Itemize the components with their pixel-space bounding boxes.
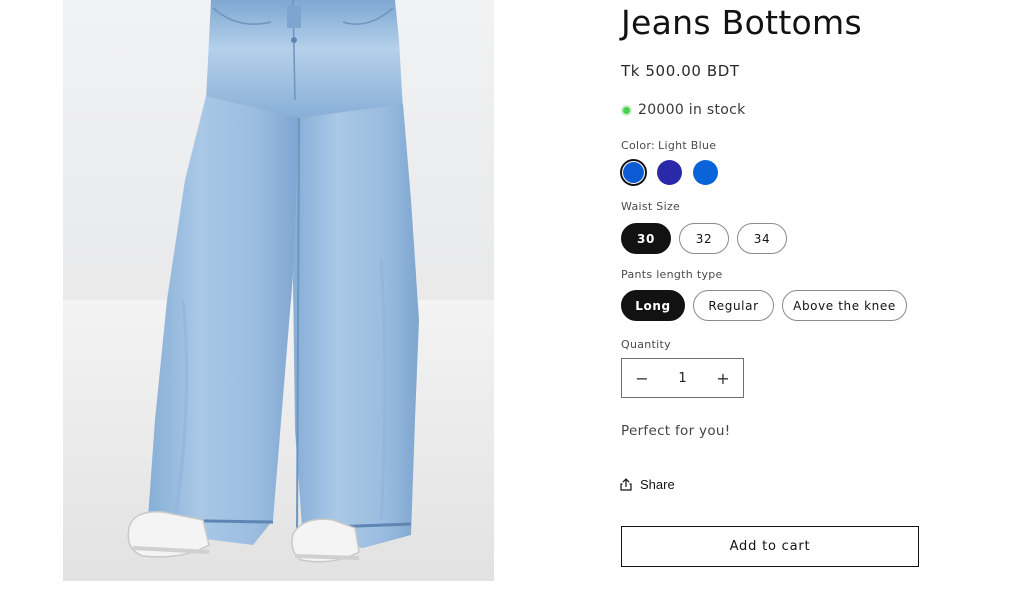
waist-size-options: 30 32 34 (621, 223, 787, 254)
color-label: Color: Light Blue (621, 139, 716, 152)
product-image[interactable] (63, 0, 494, 581)
color-swatches (620, 159, 719, 186)
share-icon (620, 478, 632, 491)
waist-option-34[interactable]: 34 (737, 223, 787, 254)
length-option-long[interactable]: Long (621, 290, 685, 321)
stock-text: 20000 in stock (638, 102, 746, 118)
swatch-fill (657, 160, 682, 185)
product-title: Jeans Bottoms (621, 3, 862, 42)
quantity-stepper: − 1 + (621, 358, 744, 398)
swatch-fill (623, 162, 644, 183)
quantity-label: Quantity (621, 338, 671, 351)
add-to-cart-button[interactable]: Add to cart (621, 526, 919, 567)
length-type-options: Long Regular Above the knee (621, 290, 907, 321)
jeans-photo (63, 0, 494, 581)
stock-status: 20000 in stock (621, 102, 746, 118)
color-swatch-indigo[interactable] (656, 159, 683, 186)
quantity-input[interactable]: 1 (662, 371, 703, 386)
quantity-decrease-button[interactable]: − (622, 359, 662, 397)
length-type-label: Pants length type (621, 268, 723, 281)
share-button[interactable]: Share (620, 477, 675, 492)
stock-indicator-icon (621, 104, 632, 116)
length-option-regular[interactable]: Regular (693, 290, 774, 321)
waist-option-30[interactable]: 30 (621, 223, 671, 254)
swatch-fill (693, 160, 718, 185)
quantity-increase-button[interactable]: + (703, 359, 743, 397)
product-price: Tk 500.00 BDT (621, 62, 740, 80)
share-label: Share (640, 477, 675, 492)
color-label-prefix: Color: (621, 139, 656, 152)
color-selected-value: Light Blue (658, 139, 717, 152)
color-swatch-blue[interactable] (692, 159, 719, 186)
length-option-above-the-knee[interactable]: Above the knee (782, 290, 907, 321)
waist-size-label: Waist Size (621, 200, 681, 213)
product-description: Perfect for you! (621, 423, 731, 439)
waist-option-32[interactable]: 32 (679, 223, 729, 254)
color-swatch-light-blue[interactable] (620, 159, 647, 186)
